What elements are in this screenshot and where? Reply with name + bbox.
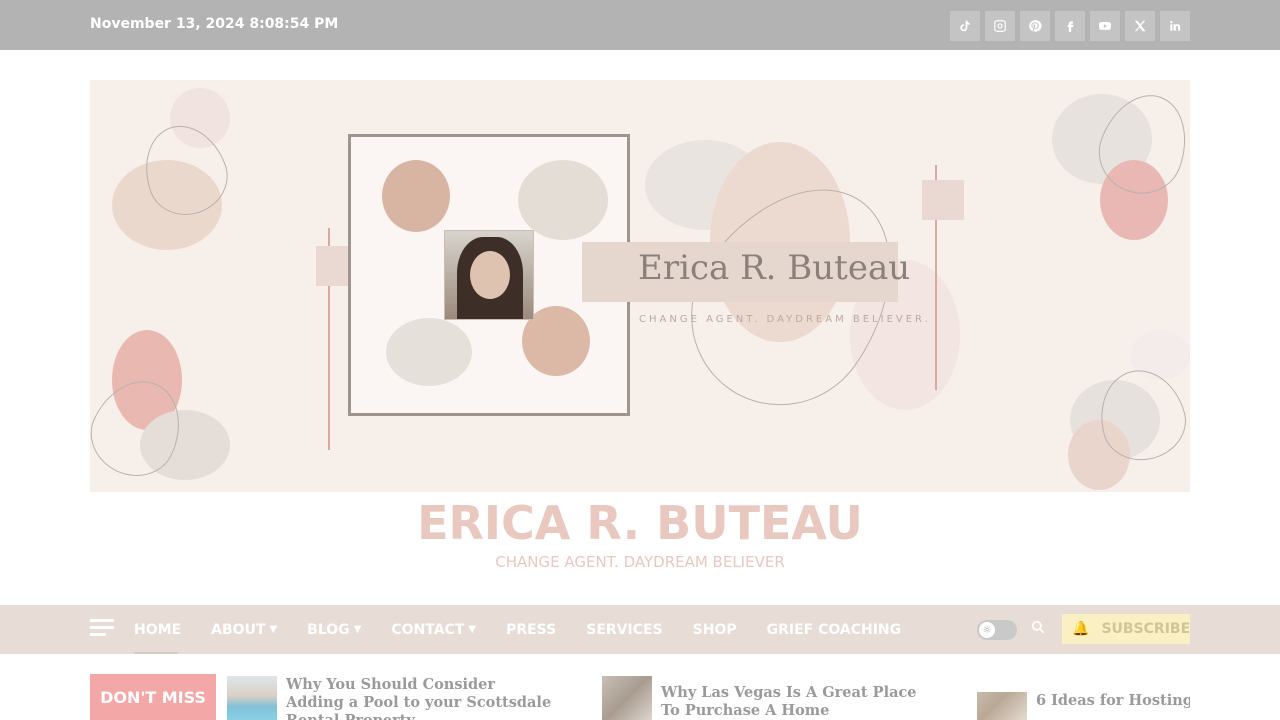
top-bar: November 13, 2024 8:08:54 PM — [0, 0, 1280, 50]
sun-icon: ☼ — [979, 622, 995, 638]
site-title[interactable]: ERICA R. BUTEAU — [0, 496, 1280, 550]
linkedin-icon[interactable] — [1160, 11, 1190, 41]
main-navigation: HOME ABOUT ▼ BLOG ▼ CONTACT ▼ PRESS SERVICE… — [0, 605, 1280, 654]
header-banner-image[interactable]: Erica R. Buteau CHANGE AGENT. DAYDREAM B… — [90, 80, 1190, 492]
decor-blob — [518, 160, 608, 240]
tiktok-icon[interactable] — [950, 11, 980, 41]
ticker-item[interactable]: Why You Should Consider Adding a Pool to… — [227, 676, 567, 720]
nav-item-label: SHOP — [692, 621, 737, 638]
ticker-label: DON'T MISS — [90, 674, 216, 720]
nav-menu: HOME ABOUT ▼ BLOG ▼ CONTACT ▼ PRESS SERVICE… — [134, 605, 901, 654]
nav-item-contact[interactable]: CONTACT ▼ — [391, 622, 476, 638]
search-icon[interactable] — [1031, 620, 1049, 638]
nav-item-label: CONTACT — [391, 621, 465, 638]
nav-item-services[interactable]: SERVICES — [586, 622, 662, 638]
nav-item-press[interactable]: PRESS — [506, 622, 556, 638]
youtube-icon[interactable] — [1090, 11, 1120, 41]
subscribe-label: SUBSCRIBE — [1101, 621, 1191, 637]
current-datetime: November 13, 2024 8:08:54 PM — [90, 16, 339, 32]
chevron-down-icon: ▼ — [468, 624, 477, 635]
nav-item-grief-coaching[interactable]: GRIEF COACHING — [767, 622, 902, 638]
article-thumbnail — [602, 676, 652, 720]
ticker-item[interactable]: 6 Ideas for Hosting a F — [977, 692, 1190, 720]
x-twitter-icon[interactable] — [1125, 11, 1155, 41]
subscribe-button[interactable]: 🔔 SUBSCRIBE — [1062, 614, 1190, 644]
facebook-icon[interactable] — [1055, 11, 1085, 41]
article-title: Why You Should Consider Adding a Pool to… — [286, 676, 552, 720]
article-thumbnail — [227, 676, 277, 720]
ticker-item[interactable]: Why Las Vegas Is A Great Place To Purcha… — [602, 676, 942, 720]
nav-item-label: BLOG — [307, 621, 350, 638]
nav-item-label: ABOUT — [211, 621, 266, 638]
nav-item-about[interactable]: ABOUT ▼ — [211, 622, 277, 638]
pinterest-icon[interactable] — [1020, 11, 1050, 41]
social-links — [950, 11, 1190, 41]
accent-square — [922, 180, 964, 220]
author-photo — [444, 230, 534, 320]
menu-hamburger-icon[interactable] — [90, 619, 114, 639]
dont-miss-ticker: DON'T MISS Why You Should Consider Addin… — [0, 674, 1280, 720]
nav-item-label: HOME — [134, 621, 182, 638]
instagram-icon[interactable] — [985, 11, 1015, 41]
nav-item-shop[interactable]: SHOP — [693, 622, 737, 638]
article-thumbnail — [977, 692, 1027, 720]
article-title: 6 Ideas for Hosting a F — [1036, 692, 1190, 709]
site-tagline: CHANGE AGENT. DAYDREAM BELIEVER — [495, 553, 785, 571]
banner-name: Erica R. Buteau — [638, 248, 911, 288]
article-title: Why Las Vegas Is A Great Place To Purcha… — [661, 684, 917, 719]
nav-item-home[interactable]: HOME — [134, 621, 182, 654]
nav-item-label: SERVICES — [586, 621, 663, 638]
bell-icon: 🔔 — [1072, 621, 1090, 637]
decor-blob — [382, 160, 450, 232]
chevron-down-icon: ▼ — [269, 624, 278, 635]
dark-mode-toggle[interactable]: ☼ — [977, 620, 1017, 640]
chevron-down-icon: ▼ — [353, 624, 362, 635]
nav-item-blog[interactable]: BLOG ▼ — [307, 622, 361, 638]
nav-item-label: PRESS — [506, 621, 557, 638]
photo-face — [470, 251, 510, 299]
banner-tagline: CHANGE AGENT. DAYDREAM BELIEVER. — [639, 314, 931, 325]
decor-blob — [386, 318, 472, 386]
nav-item-label: GRIEF COACHING — [766, 621, 902, 638]
